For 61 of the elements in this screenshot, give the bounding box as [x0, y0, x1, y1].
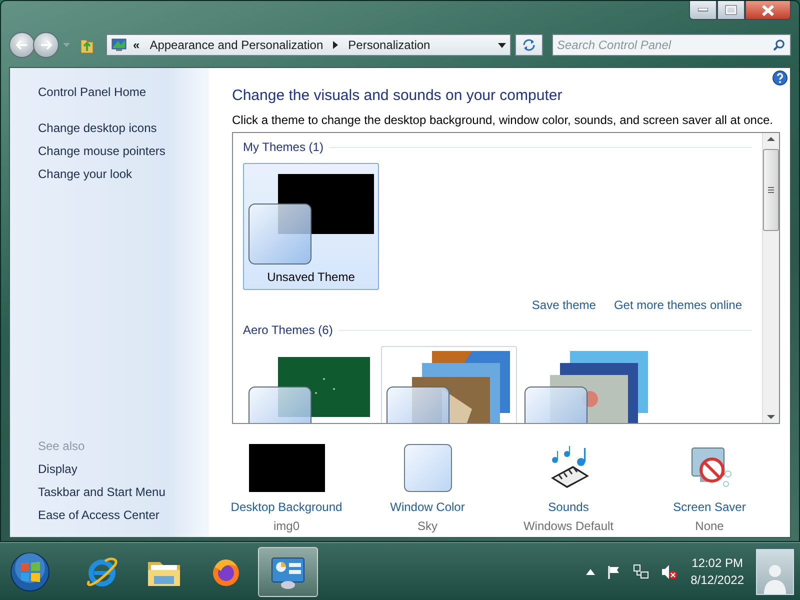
breadcrumb[interactable]: Appearance and Personalization [146, 38, 328, 52]
dropdown-icon[interactable] [498, 42, 506, 48]
search-icon[interactable] [773, 39, 785, 51]
sidebar-link[interactable]: Taskbar and Start Menu [38, 481, 209, 504]
link[interactable]: Get more themes online [614, 298, 742, 312]
network-icon[interactable] [632, 564, 649, 580]
setting-value: Sky [417, 519, 438, 533]
sidebar-link[interactable]: Display [38, 458, 209, 482]
sidebar-link[interactable]: Change desktop icons [38, 117, 209, 140]
maximize-button[interactable] [717, 1, 745, 20]
setting-link[interactable]: Window Color [390, 500, 465, 514]
browser-icon [85, 554, 119, 589]
sidebar-link[interactable]: Change your look [38, 163, 209, 186]
page-title: Change the visuals and sounds on your computer [232, 87, 564, 104]
close-icon [762, 4, 774, 16]
color-swatch[interactable] [404, 444, 452, 492]
setting-value: img0 [273, 519, 300, 533]
sidebar-link[interactable]: Control Panel Home [38, 81, 209, 104]
address-bar[interactable]: « Appearance and Personalization Personalization [106, 34, 511, 56]
help-icon[interactable] [772, 70, 788, 86]
theme-tile[interactable]: Unsaved Theme [243, 163, 379, 290]
minimize-button[interactable] [689, 1, 717, 20]
clock[interactable]: 12:02 PM 8/12/2022 [690, 556, 744, 588]
scroll-thumb[interactable] [763, 149, 779, 231]
group-heading: Aero Themes (6) [243, 323, 333, 337]
refresh-icon [522, 39, 536, 51]
close-button[interactable] [745, 1, 791, 20]
sidebar-link[interactable]: Change mouse pointers [38, 140, 209, 163]
back-arrow-icon [16, 40, 28, 50]
forward-button[interactable] [33, 32, 59, 58]
start-button[interactable] [10, 552, 50, 592]
section-heading: See also [38, 438, 86, 456]
back-button[interactable] [9, 32, 35, 58]
setting-value: None [695, 519, 724, 533]
time: 12:02 PM [692, 556, 743, 570]
minimize-icon [698, 8, 708, 12]
description: Click a theme to change the desktop background, window color, sounds, and screen saver all at once. [232, 113, 774, 127]
group-heading: My Themes (1) [243, 140, 324, 154]
grip-icon [768, 187, 774, 193]
forward-arrow-icon [40, 40, 52, 50]
search-field[interactable]: Search Control Panel [552, 34, 791, 56]
flag-icon[interactable] [606, 564, 621, 579]
setting-link[interactable]: Desktop Background [230, 500, 342, 514]
control-panel-icon [111, 38, 127, 52]
maximize-icon [725, 5, 737, 15]
setting-link[interactable]: Sounds [548, 500, 589, 514]
date: 8/12/2022 [690, 573, 744, 588]
volume-muted-icon[interactable] [660, 564, 677, 580]
setting-value: Windows Default [523, 519, 614, 533]
sidebar-link[interactable]: Ease of Access Center [38, 504, 209, 528]
control-panel-icon [270, 554, 306, 589]
refresh-button[interactable] [515, 34, 543, 56]
taskbar-button[interactable] [258, 546, 318, 597]
breadcrumb-overflow[interactable]: « [133, 38, 140, 52]
setting-link[interactable]: Screen Saver [673, 500, 746, 514]
chevron-icon[interactable] [333, 41, 338, 49]
theme-name: Unsaved Theme [267, 269, 355, 286]
scrollbar[interactable] [762, 133, 779, 423]
link[interactable]: Save theme [532, 298, 596, 312]
show-hidden-icon[interactable] [586, 568, 595, 575]
breadcrumb[interactable]: Personalization [344, 38, 434, 52]
